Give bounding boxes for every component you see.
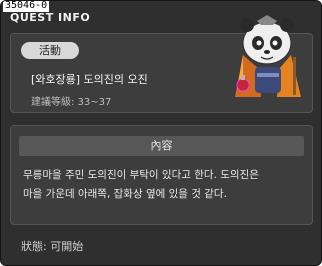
quest-info-window: 35046-0 QUEST INFO 活動 [와호장룡] 도의진의 오진 建議等… xyxy=(0,0,322,266)
quest-level: 建議等級: 33~37 xyxy=(31,97,112,108)
description-line: 마을 가운데 아래쪽, 잡화상 옆에 있을 것 같다. xyxy=(23,188,227,200)
quest-description: 무릉마을 주민 도의진이 부탁이 있다고 한다. 도의진은 마을 가운데 아래쪽… xyxy=(23,166,305,204)
window-title: QUEST INFO xyxy=(10,11,91,24)
description-header: 內容 xyxy=(19,136,304,156)
quest-progress-status: 狀態: 可開始 xyxy=(21,240,84,253)
quest-status-pill: 活動 xyxy=(21,42,79,59)
quest-name: [와호장룡] 도의진의 오진 xyxy=(31,73,148,86)
panda-npc-icon xyxy=(235,15,301,97)
quest-description-panel: 內容 무릉마을 주민 도의진이 부탁이 있다고 한다. 도의진은 마을 가운데 … xyxy=(10,125,313,225)
description-line: 무릉마을 주민 도의진이 부탁이 있다고 한다. 도의진은 xyxy=(23,169,259,181)
